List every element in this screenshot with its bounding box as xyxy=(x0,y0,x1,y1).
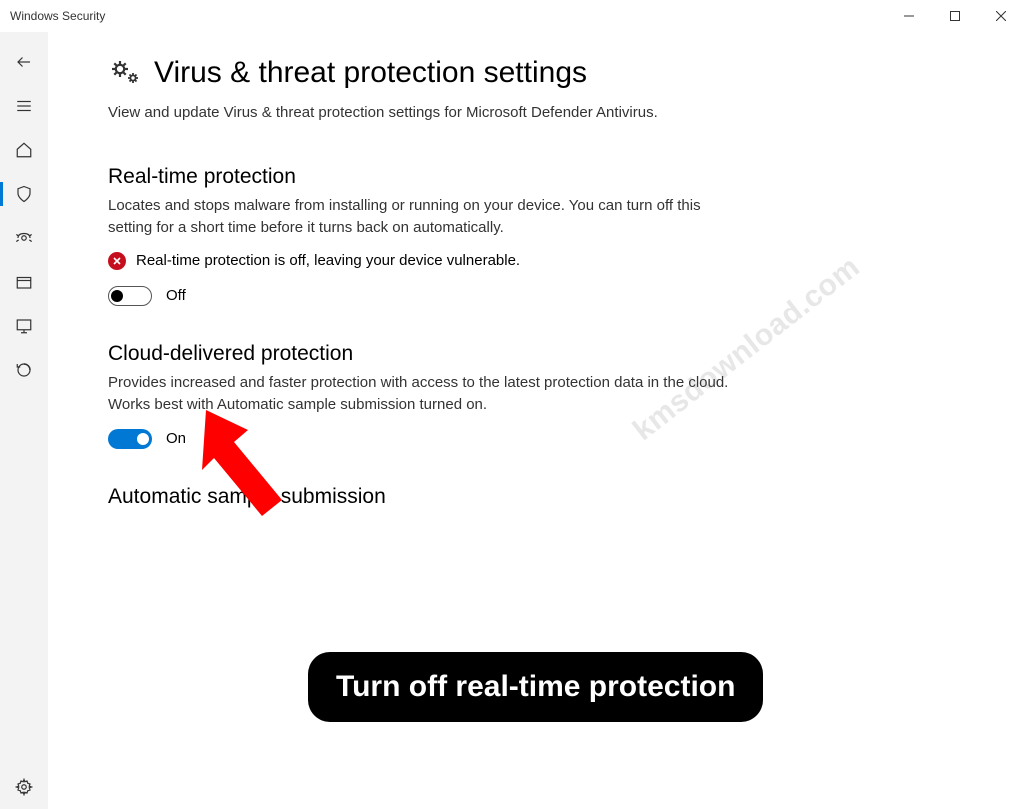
window-title: Windows Security xyxy=(10,9,886,23)
nav-firewall[interactable] xyxy=(0,260,48,304)
section-title: Automatic sample submission xyxy=(108,485,748,509)
toggle-label: Off xyxy=(166,287,186,304)
close-button[interactable] xyxy=(978,0,1024,32)
warning-text: Real-time protection is off, leaving you… xyxy=(136,252,520,269)
maximize-button[interactable] xyxy=(932,0,978,32)
toggle-cloud[interactable] xyxy=(108,429,152,449)
warning-x-icon xyxy=(108,252,126,270)
section-realtime: Real-time protection Locates and stops m… xyxy=(108,165,748,306)
nav-virus-protection[interactable] xyxy=(0,172,48,216)
warning-row: Real-time protection is off, leaving you… xyxy=(108,252,748,270)
section-cloud: Cloud-delivered protection Provides incr… xyxy=(108,342,748,449)
section-title: Real-time protection xyxy=(108,165,748,189)
page-title: Virus & threat protection settings xyxy=(154,56,587,90)
section-auto-sample: Automatic sample submission xyxy=(108,485,748,509)
menu-button[interactable] xyxy=(0,84,48,128)
sidebar xyxy=(0,32,48,809)
section-desc: Locates and stops malware from installin… xyxy=(108,195,748,240)
page-subtitle: View and update Virus & threat protectio… xyxy=(108,102,708,125)
section-title: Cloud-delivered protection xyxy=(108,342,748,366)
toggle-realtime[interactable] xyxy=(108,286,152,306)
nav-account-protection[interactable] xyxy=(0,216,48,260)
nav-device-security[interactable] xyxy=(0,348,48,392)
caption-annotation: Turn off real-time protection xyxy=(308,652,763,722)
back-button[interactable] xyxy=(0,40,48,84)
section-desc: Provides increased and faster protection… xyxy=(108,372,748,417)
gears-icon xyxy=(108,59,142,87)
main-content: Virus & threat protection settings View … xyxy=(48,32,1024,809)
page-header: Virus & threat protection settings xyxy=(108,56,984,90)
toggle-label: On xyxy=(166,430,186,447)
titlebar: Windows Security xyxy=(0,0,1024,32)
nav-app-browser[interactable] xyxy=(0,304,48,348)
nav-settings[interactable] xyxy=(0,765,48,809)
nav-home[interactable] xyxy=(0,128,48,172)
minimize-button[interactable] xyxy=(886,0,932,32)
